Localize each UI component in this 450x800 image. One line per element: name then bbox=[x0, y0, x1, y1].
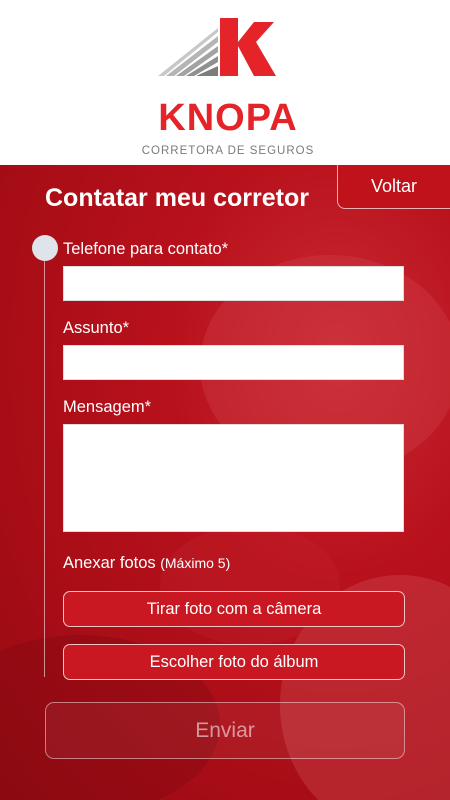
app-header: KNOPA CORRETORA DE SEGUROS bbox=[0, 0, 450, 165]
take-photo-button[interactable]: Tirar foto com a câmera bbox=[63, 591, 405, 627]
phone-input[interactable] bbox=[63, 266, 404, 301]
phone-label: Telefone para contato* bbox=[63, 240, 229, 258]
brand-name: KNOPA bbox=[158, 97, 298, 139]
choose-album-photo-button[interactable]: Escolher foto do álbum bbox=[63, 644, 405, 680]
subject-input[interactable] bbox=[63, 345, 404, 380]
timeline-dot bbox=[32, 235, 58, 261]
attach-photos-label: Anexar fotos (Máximo 5) bbox=[63, 554, 230, 573]
message-label: Mensagem* bbox=[63, 398, 152, 416]
contact-panel: Voltar Contatar meu corretor Telefone pa… bbox=[0, 165, 450, 800]
knopa-logo: KNOPA CORRETORA DE SEGUROS bbox=[138, 18, 318, 157]
message-textarea[interactable] bbox=[63, 424, 404, 532]
attach-limit-text: (Máximo 5) bbox=[160, 555, 231, 571]
back-button[interactable]: Voltar bbox=[337, 165, 450, 209]
page-title: Contatar meu corretor bbox=[45, 184, 309, 212]
attach-label-text: Anexar fotos bbox=[63, 554, 156, 572]
timeline-line bbox=[44, 247, 45, 677]
send-button[interactable]: Enviar bbox=[45, 702, 405, 759]
subject-label: Assunto* bbox=[63, 319, 130, 337]
logo-mark-icon bbox=[158, 18, 276, 76]
brand-tagline: CORRETORA DE SEGUROS bbox=[141, 145, 315, 157]
